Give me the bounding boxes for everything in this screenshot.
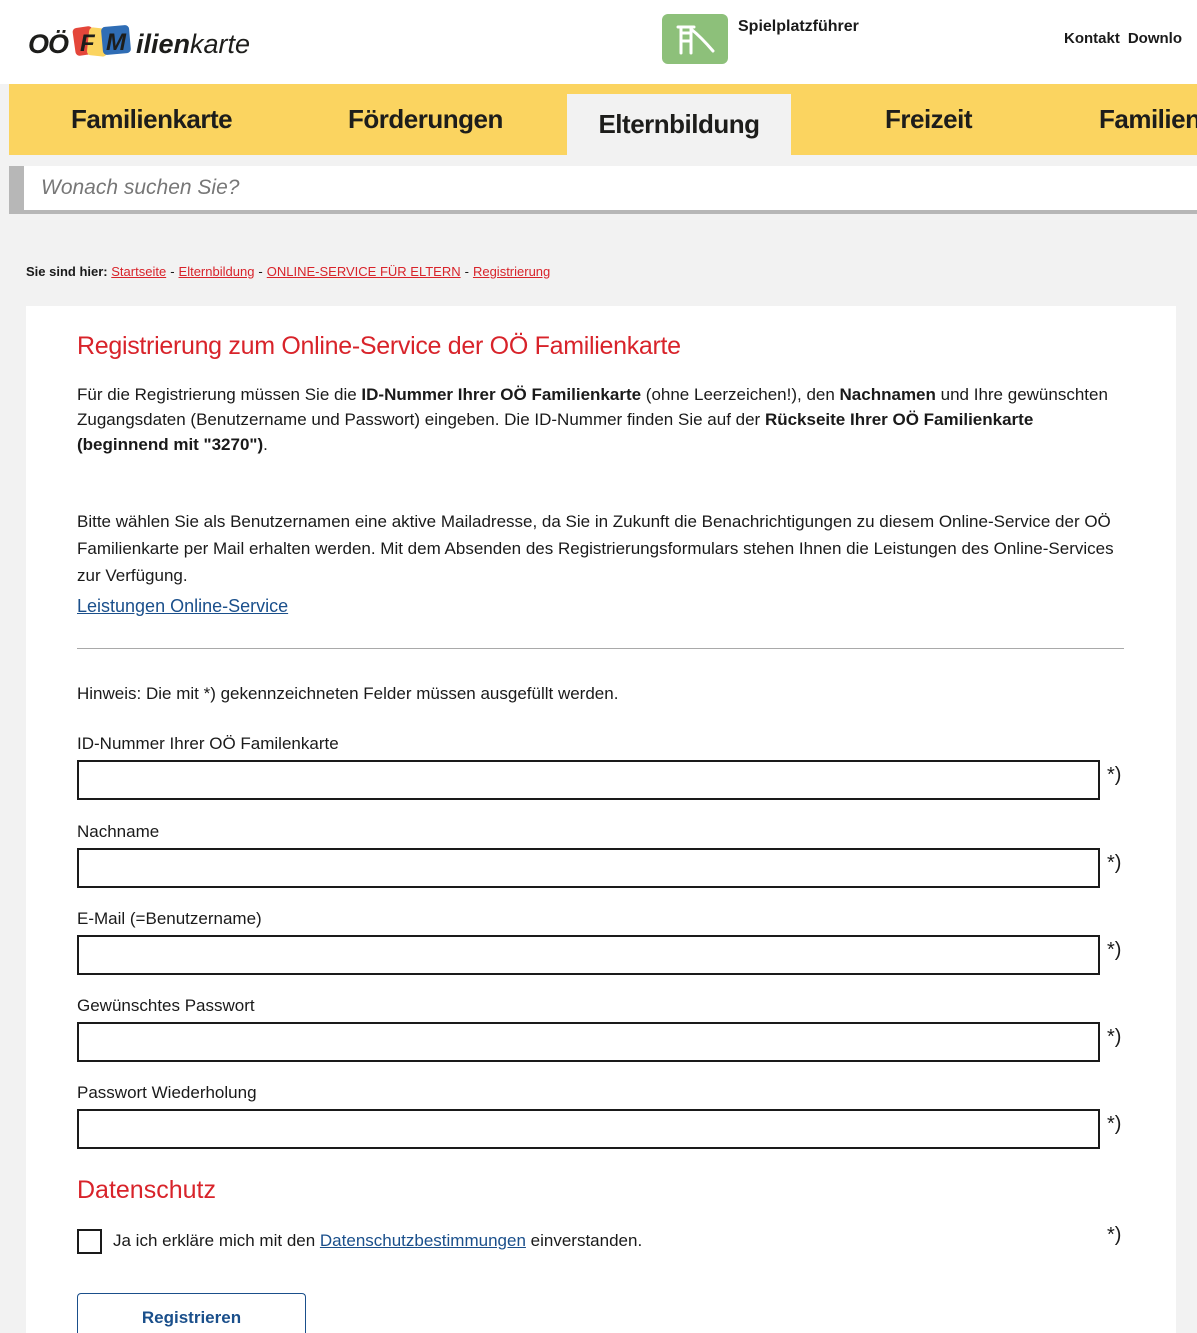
top-header: OÖ F M ilien karte Spielplatzführer Kont… <box>0 0 1197 84</box>
password-repeat-label: Passwort Wiederholung <box>77 1083 257 1102</box>
intro-text: . <box>263 435 268 454</box>
nav-item-freizeit[interactable]: Freizeit <box>885 84 973 155</box>
page-title: Registrierung zum Online-Service der OÖ … <box>77 332 681 360</box>
register-button[interactable]: Registrieren <box>77 1293 306 1333</box>
top-links: Kontakt Downlo <box>1064 30 1182 47</box>
breadcrumb-separator: - <box>464 264 469 279</box>
breadcrumb-link-online-service[interactable]: ONLINE-SERVICE FÜR ELTERN <box>267 264 461 279</box>
nav-item-elternbildung[interactable]: Elternbildung <box>567 94 791 155</box>
nav-item-familienkarte[interactable]: Familienkarte <box>71 84 233 155</box>
breadcrumb: Sie sind hier: Startseite - Elternbildung -… <box>26 264 550 279</box>
search-bar <box>9 166 1197 214</box>
privacy-policy-link[interactable]: Datenschutzbestimmungen <box>320 1231 526 1250</box>
nav-item-foerderungen[interactable]: Förderungen <box>348 84 503 155</box>
intro-text: (ohne Leerzeichen!), den <box>641 385 840 404</box>
breadcrumb-separator: - <box>170 264 175 279</box>
surname-input[interactable] <box>77 848 1100 888</box>
required-fields-hint: Hinweis: Die mit *) gekennzeichneten Fel… <box>77 684 619 703</box>
required-marker: *) <box>1107 939 1122 961</box>
password-repeat-input[interactable] <box>77 1109 1100 1149</box>
breadcrumb-prefix: Sie sind hier: <box>26 264 108 279</box>
playground-guide-link[interactable]: Spielplatzführer <box>662 14 859 64</box>
breadcrumb-link-registrierung[interactable]: Registrierung <box>473 264 550 279</box>
main-navigation: Familienkarte Förderungen Elternbildung … <box>9 84 1197 155</box>
nav-item-familienpass[interactable]: Familienp <box>1099 84 1197 155</box>
fam-logo-mark-icon: F M <box>72 24 134 65</box>
intro-text: Für die Registrierung müssen Sie die <box>77 385 362 404</box>
required-marker: *) <box>1107 764 1122 786</box>
site-logo[interactable]: OÖ F M ilien karte <box>28 22 250 66</box>
svg-text:F: F <box>80 30 96 57</box>
required-marker: *) <box>1107 1026 1122 1048</box>
email-input[interactable] <box>77 935 1100 975</box>
playground-slide-icon <box>662 14 728 64</box>
id-number-label: ID-Nummer Ihrer OÖ Familenkarte <box>77 734 339 753</box>
privacy-heading: Datenschutz <box>77 1176 216 1204</box>
intro-bold-id-number: ID-Nummer Ihrer OÖ Familienkarte <box>361 385 642 404</box>
playground-guide-label: Spielplatzführer <box>738 18 859 35</box>
svg-text:M: M <box>106 29 127 56</box>
services-link[interactable]: Leistungen Online-Service <box>77 596 288 617</box>
breadcrumb-link-startseite[interactable]: Startseite <box>111 264 166 279</box>
required-marker: *) <box>1107 852 1122 874</box>
username-info-paragraph: Bitte wählen Sie als Benutzernamen eine … <box>77 512 1114 585</box>
logo-karte-text: karte <box>190 28 251 59</box>
password-input[interactable] <box>77 1022 1100 1062</box>
downloads-link[interactable]: Downlo <box>1128 30 1182 47</box>
required-marker: *) <box>1107 1113 1122 1135</box>
surname-label: Nachname <box>77 822 160 841</box>
privacy-text-before: Ja ich erkläre mich mit den <box>113 1231 320 1250</box>
privacy-consent-checkbox[interactable] <box>77 1229 102 1254</box>
email-label: E-Mail (=Benutzername) <box>77 909 262 928</box>
password-label: Gewünschtes Passwort <box>77 996 255 1015</box>
intro-bold-surname: Nachnamen <box>839 385 936 404</box>
breadcrumb-link-elternbildung[interactable]: Elternbildung <box>179 264 255 279</box>
logo-oo-text: OÖ <box>28 28 69 59</box>
privacy-consent-label: Ja ich erkläre mich mit den Datenschutzb… <box>113 1231 642 1251</box>
id-number-input[interactable] <box>77 760 1100 800</box>
required-marker: *) <box>1107 1224 1122 1246</box>
breadcrumb-separator: - <box>258 264 263 279</box>
section-divider <box>77 648 1124 649</box>
privacy-text-after: einverstanden. <box>525 1231 643 1250</box>
search-input[interactable] <box>24 166 1197 210</box>
contact-link[interactable]: Kontakt <box>1064 30 1120 47</box>
logo-ilien-text: ilien <box>136 28 191 59</box>
intro-paragraph: Für die Registrierung müssen Sie die ID-… <box>77 382 1117 457</box>
registration-card: Registrierung zum Online-Service der OÖ … <box>26 306 1176 1333</box>
